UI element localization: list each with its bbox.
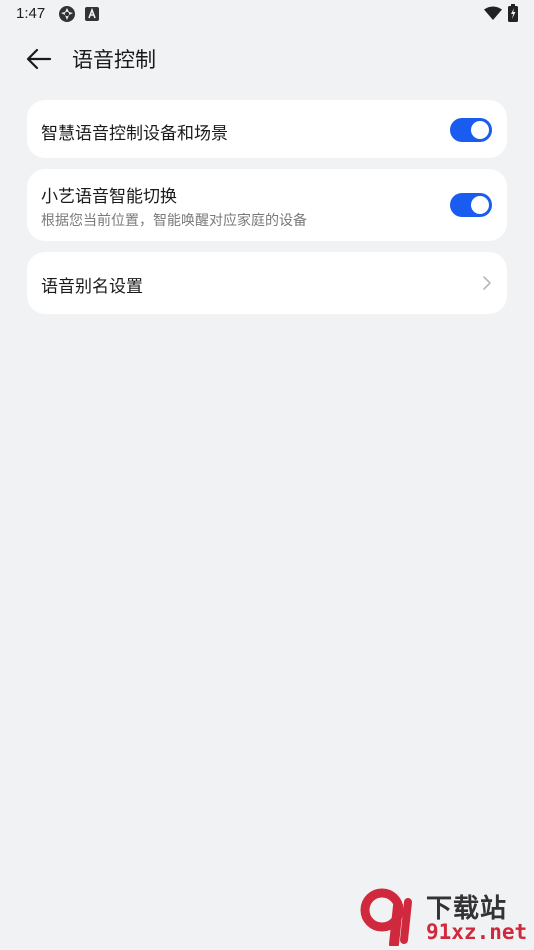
status-bar: 1:47 [0, 0, 534, 28]
watermark: 下载站 91xz.net [360, 886, 532, 948]
settings-gear-icon [58, 5, 76, 27]
toggle-knob [471, 196, 489, 214]
watermark-logo [360, 888, 412, 946]
status-time: 1:47 [16, 5, 46, 22]
chevron-right-icon [483, 276, 491, 290]
wifi-icon [484, 6, 502, 25]
page-title: 语音控制 [72, 48, 156, 72]
accessibility-a-icon [85, 6, 99, 25]
toggle-knob [471, 121, 489, 139]
setting-label: 语音别名设置 [41, 277, 143, 297]
back-button[interactable] [22, 42, 56, 76]
page-header: 语音控制 [0, 36, 534, 82]
setting-voice-alias[interactable]: 语音别名设置 [27, 252, 507, 314]
setting-label: 智慧语音控制设备和场景 [41, 124, 228, 144]
battery-charging-icon [508, 4, 518, 26]
arrow-left-icon [26, 48, 52, 70]
setting-label: 小艺语音智能切换 [41, 187, 177, 207]
watermark-url: 91xz.net [426, 920, 528, 944]
setting-smart-voice-control[interactable]: 智慧语音控制设备和场景 [27, 100, 507, 158]
setting-xiaoyi-smart-switch[interactable]: 小艺语音智能切换 根据您当前位置，智能唤醒对应家庭的设备 [27, 169, 507, 241]
setting-subtitle: 根据您当前位置，智能唤醒对应家庭的设备 [41, 213, 307, 229]
smart-voice-control-toggle[interactable] [450, 118, 492, 142]
xiaoyi-smart-switch-toggle[interactable] [450, 193, 492, 217]
